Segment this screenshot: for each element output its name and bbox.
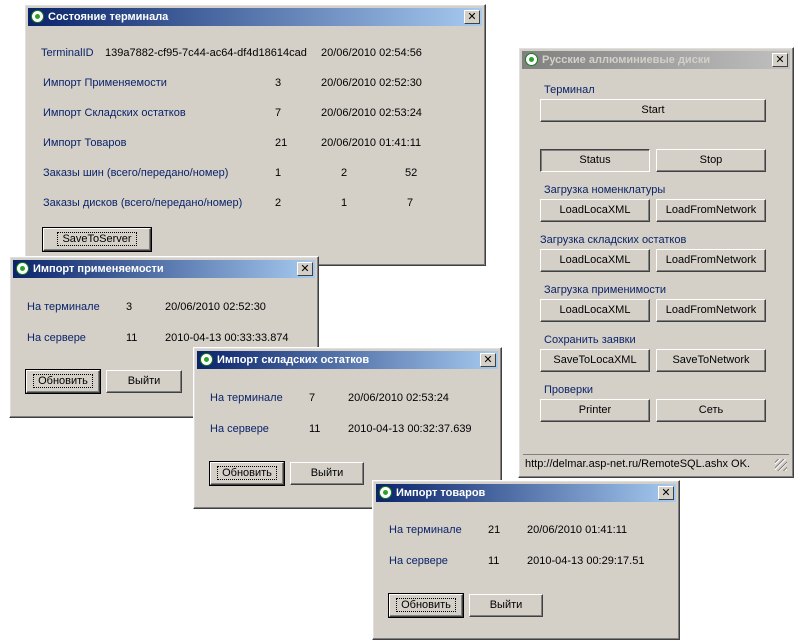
import-stock-titlebar[interactable]: Импорт складских остатков ✕: [197, 351, 498, 369]
on-terminal-count: 21: [488, 524, 501, 536]
orders-tires-sent: 2: [341, 167, 348, 179]
window-title: Состояние терминала: [48, 11, 169, 23]
refresh-button[interactable]: Обновить: [209, 461, 285, 486]
exit-button[interactable]: Выйти: [290, 462, 364, 485]
row-label: Импорт Применяемости: [43, 77, 167, 89]
checks-label: Проверки: [544, 384, 594, 396]
stop-button[interactable]: Stop: [656, 149, 766, 172]
close-icon[interactable]: ✕: [772, 53, 788, 67]
app-icon: [379, 486, 392, 499]
stock-label: Загрузка складских остатков: [540, 234, 687, 246]
printer-button[interactable]: Printer: [540, 399, 650, 422]
import-goods-titlebar[interactable]: Импорт товаров ✕: [376, 484, 676, 502]
terminal-state-titlebar[interactable]: Состояние терминала ✕: [28, 8, 482, 26]
on-server-count: 11: [309, 423, 321, 435]
on-terminal-time: 20/06/2010 02:53:24: [348, 392, 449, 404]
terminal-id-label: TerminalID: [41, 47, 94, 59]
app-icon: [200, 353, 213, 366]
on-terminal-time: 20/06/2010 02:52:30: [165, 301, 266, 313]
app-icon: [31, 10, 44, 23]
resize-grip-icon[interactable]: [775, 459, 787, 471]
load-local-nomenclature-button[interactable]: LoadLocaXML: [540, 199, 650, 222]
on-server-count: 11: [126, 332, 138, 344]
close-icon[interactable]: ✕: [297, 262, 313, 276]
refresh-button[interactable]: Обновить: [25, 369, 101, 394]
save-network-button[interactable]: SaveToNetwork: [656, 349, 766, 372]
on-terminal-time: 20/06/2010 01:41:11: [527, 524, 628, 536]
orders-disks-number: 7: [407, 197, 414, 209]
on-server-time: 2010-04-13 00:29:17.51: [527, 555, 645, 567]
import-applicability-titlebar[interactable]: Импорт применяемости ✕: [13, 260, 315, 278]
save-orders-label: Сохранить заявки: [544, 334, 636, 346]
window-title: Импорт товаров: [396, 487, 486, 499]
status-button[interactable]: Status: [540, 149, 650, 172]
terminal-state-window: Состояние терминала ✕ TerminalID 139a788…: [24, 4, 486, 266]
close-icon[interactable]: ✕: [658, 486, 674, 500]
orders-disks-total: 2: [275, 197, 282, 209]
terminal-section-label: Терминал: [544, 84, 595, 96]
load-local-applicability-button[interactable]: LoadLocaXML: [540, 299, 650, 322]
exit-button[interactable]: Выйти: [469, 594, 543, 617]
terminal-id-value: 139a7882-cf95-7c44-ac64-df4d18614cad: [105, 47, 307, 59]
main-window: Русские аллюминиевые диски ✕ Терминал St…: [518, 47, 794, 478]
close-icon[interactable]: ✕: [480, 353, 496, 367]
exit-button[interactable]: Выйти: [106, 370, 182, 393]
orders-disks-label: Заказы дисков (всего/передано/номер): [43, 197, 243, 209]
row-time: 20/06/2010 02:52:30: [321, 77, 422, 89]
on-server-label: На сервере: [27, 332, 86, 344]
window-title: Русские аллюминиевые диски: [542, 54, 711, 66]
row-count: 7: [275, 107, 282, 119]
save-local-button[interactable]: SaveToLocaXML: [540, 349, 650, 372]
refresh-label: Обновить: [396, 598, 456, 612]
orders-tires-label: Заказы шин (всего/передано/номер): [43, 167, 229, 179]
window-title: Импорт складских остатков: [217, 354, 370, 366]
on-terminal-label: На терминале: [27, 301, 100, 313]
on-terminal-count: 7: [309, 392, 316, 404]
on-server-label: На сервере: [389, 555, 448, 567]
start-button[interactable]: Start: [540, 99, 766, 122]
import-goods-window: Импорт товаров ✕ На терминале 21 20/06/2…: [372, 480, 680, 640]
nomenclature-label: Загрузка номенклатуры: [544, 184, 666, 196]
refresh-label: Обновить: [33, 374, 93, 388]
status-label: Status: [579, 154, 611, 166]
network-check-button[interactable]: Сеть: [656, 399, 766, 422]
refresh-button[interactable]: Обновить: [388, 593, 464, 618]
load-local-stock-button[interactable]: LoadLocaXML: [540, 249, 650, 272]
row-time: 20/06/2010 01:41:11: [321, 137, 422, 149]
load-network-stock-button[interactable]: LoadFromNetwork: [656, 249, 766, 272]
orders-tires-total: 1: [275, 167, 282, 179]
close-icon[interactable]: ✕: [464, 10, 480, 24]
status-bar: http://delmar.asp-net.ru/RemoteSQL.ashx …: [523, 454, 789, 473]
row-label: Импорт Складских остатков: [43, 107, 186, 119]
applicability-label: Загрузка применимости: [544, 284, 667, 296]
on-server-time: 2010-04-13 00:33:33.874: [165, 332, 289, 344]
on-server-time: 2010-04-13 00:32:37.639: [348, 423, 472, 435]
row-label: Импорт Товаров: [43, 137, 127, 149]
load-network-nomenclature-button[interactable]: LoadFromNetwork: [656, 199, 766, 222]
on-terminal-count: 3: [126, 301, 133, 313]
on-server-label: На сервере: [210, 423, 269, 435]
refresh-label: Обновить: [217, 466, 277, 480]
save-to-server-button[interactable]: SaveToServer: [42, 227, 152, 252]
main-titlebar[interactable]: Русские аллюминиевые диски ✕: [522, 51, 790, 69]
on-terminal-label: На терминале: [210, 392, 283, 404]
app-icon: [16, 262, 29, 275]
terminal-id-time: 20/06/2010 02:54:56: [321, 47, 422, 59]
status-text: http://delmar.asp-net.ru/RemoteSQL.ashx …: [525, 458, 750, 470]
app-icon: [525, 53, 538, 66]
row-count: 3: [275, 77, 282, 89]
row-count: 21: [275, 137, 288, 149]
save-to-server-label: SaveToServer: [57, 232, 137, 246]
window-title: Импорт применяемости: [33, 263, 164, 275]
on-terminal-label: На терминале: [389, 524, 462, 536]
on-server-count: 11: [488, 555, 500, 567]
row-time: 20/06/2010 02:53:24: [321, 107, 422, 119]
orders-disks-sent: 1: [341, 197, 348, 209]
load-network-applicability-button[interactable]: LoadFromNetwork: [656, 299, 766, 322]
orders-tires-number: 52: [405, 167, 418, 179]
